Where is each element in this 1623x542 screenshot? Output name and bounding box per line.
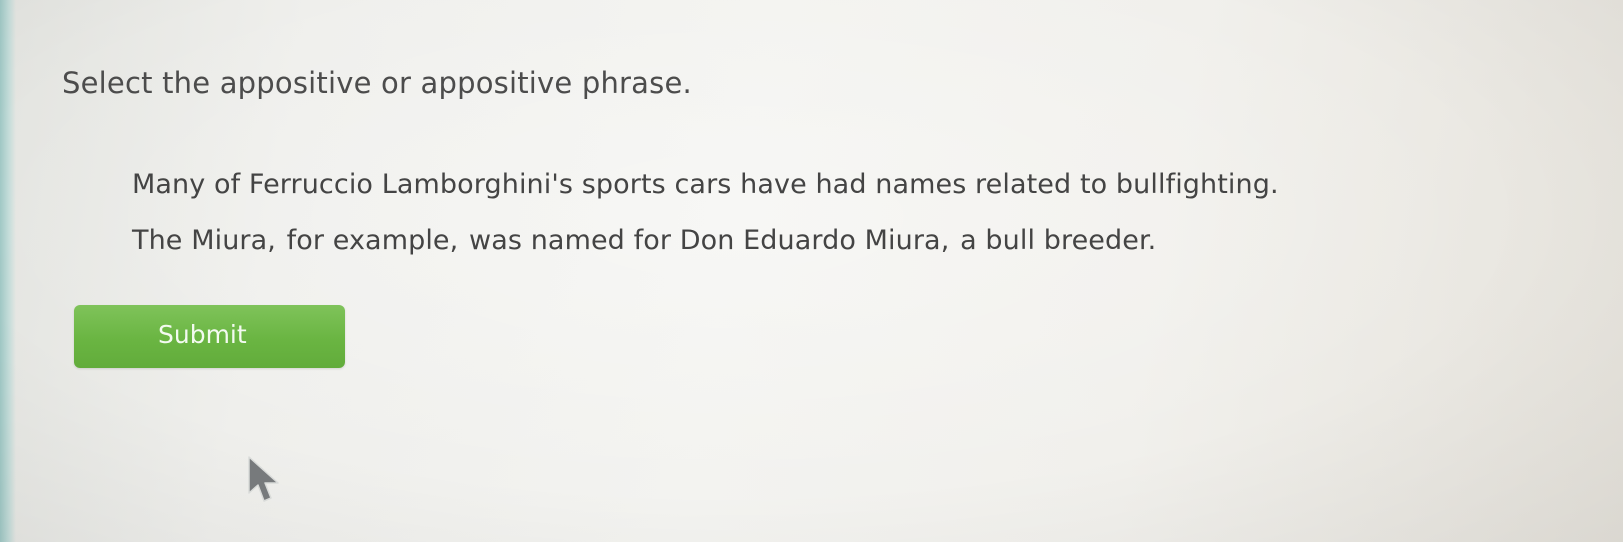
- submit-button[interactable]: Submit: [74, 305, 345, 368]
- mouse-pointer-icon: [248, 456, 279, 502]
- selectable-phrase[interactable]: a bull breeder.: [959, 225, 1157, 256]
- passage-sentence-1: Many of Ferruccio Lamborghini's sports c…: [131, 168, 1571, 202]
- selectable-phrase[interactable]: Many of Ferruccio Lamborghini's sports c…: [131, 169, 1280, 200]
- question-panel: Select the appositive or appositive phra…: [0, 0, 1623, 542]
- question-instruction: Select the appositive or appositive phra…: [62, 66, 692, 100]
- selectable-phrase[interactable]: The Miura,: [131, 225, 277, 256]
- selectable-phrase[interactable]: was named for Don Eduardo Miura,: [468, 225, 950, 256]
- passage-sentence-2: The Miura, for example, was named for Do…: [131, 224, 1571, 258]
- passage: Many of Ferruccio Lamborghini's sports c…: [131, 168, 1571, 280]
- selectable-phrase[interactable]: for example,: [286, 225, 460, 256]
